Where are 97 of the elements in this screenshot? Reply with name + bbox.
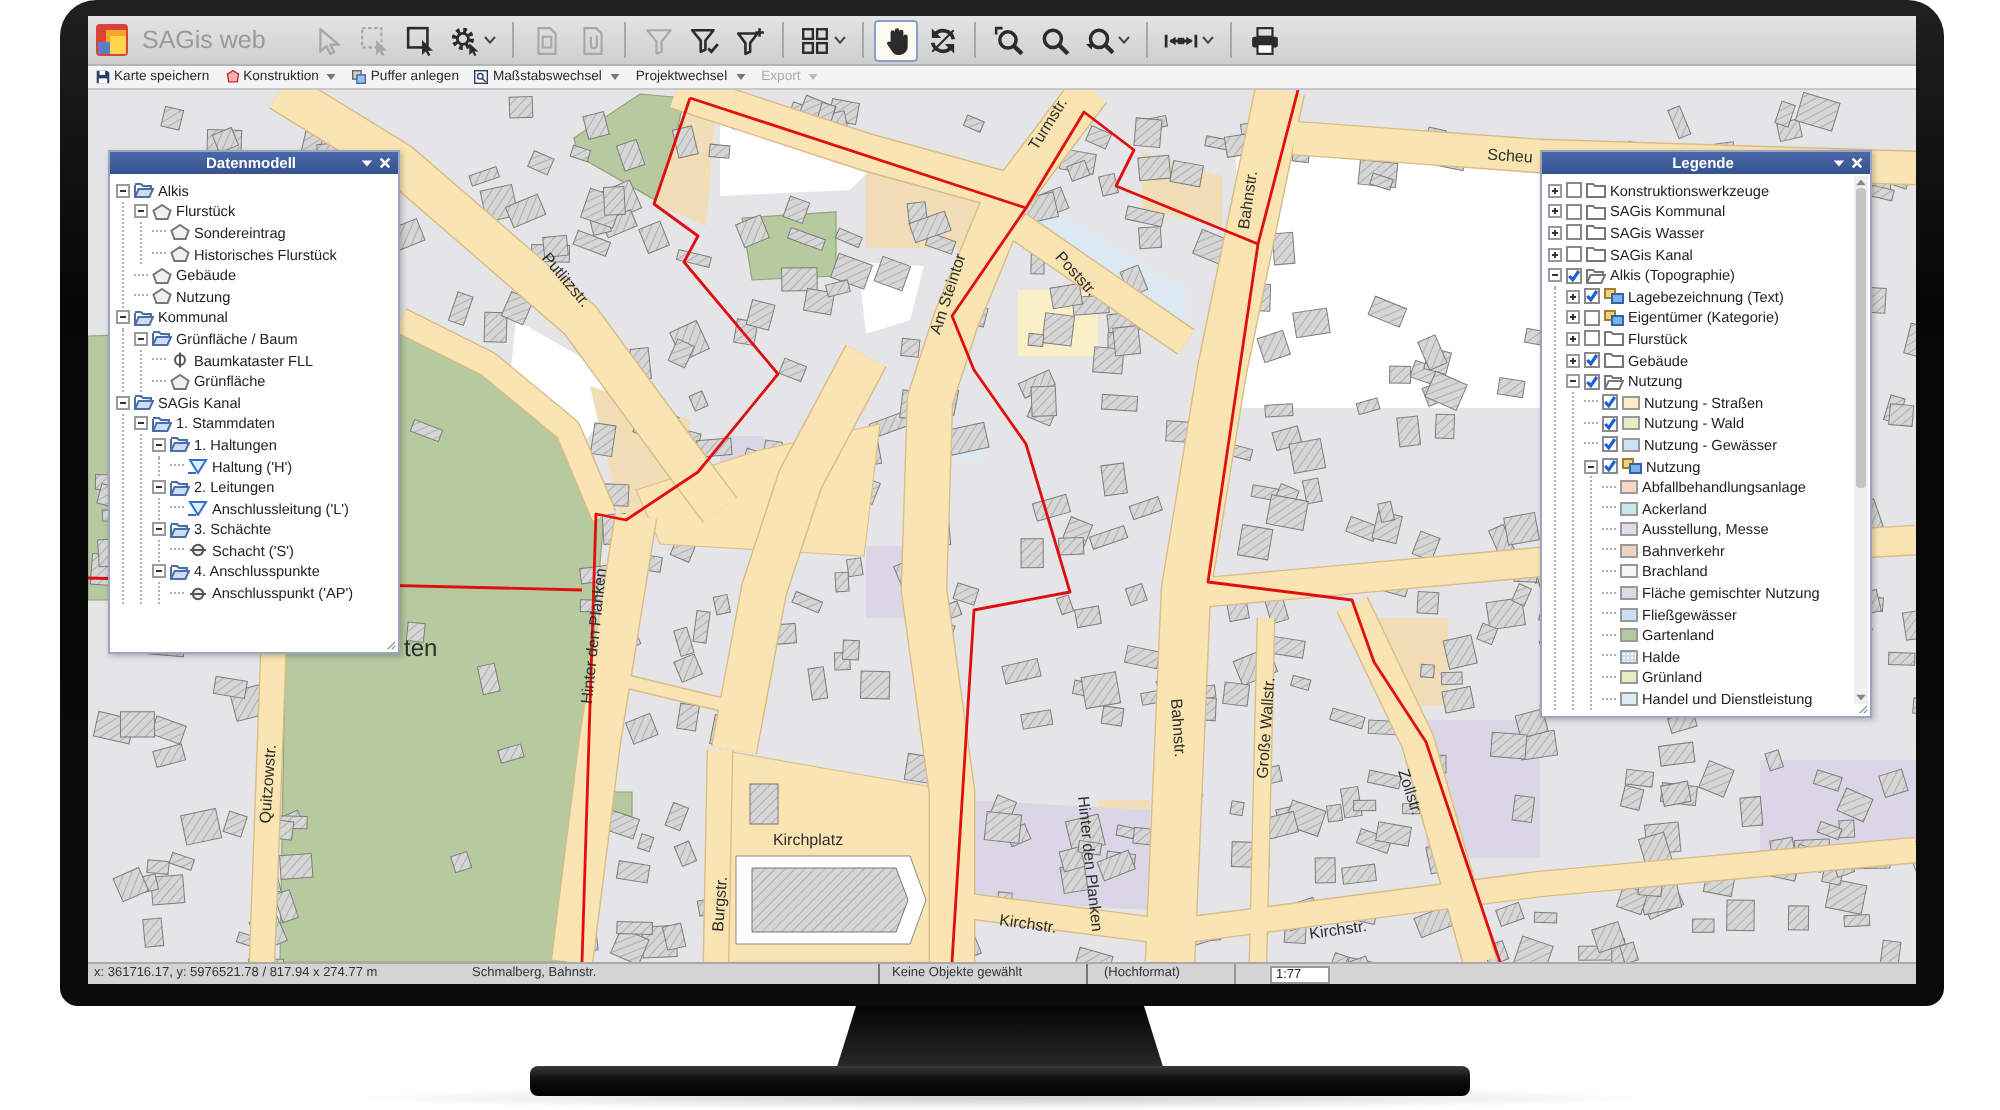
zoom-box-icon	[993, 25, 1023, 55]
street-label: Am Steintor	[926, 251, 970, 337]
checkbox[interactable]	[1566, 224, 1582, 241]
printer-icon	[1249, 25, 1279, 55]
crossed-circle-icon	[170, 352, 190, 369]
street-label: Hinter den Planken	[1073, 795, 1107, 933]
collapse-icon[interactable]	[116, 183, 130, 198]
street-label: Kirchstr.	[1308, 917, 1368, 943]
dashed-select-icon	[359, 25, 389, 55]
slashed-circle-icon	[188, 585, 208, 602]
dropdown-icon[interactable]	[360, 156, 374, 170]
open-folder-icon	[170, 479, 190, 496]
expand-icon[interactable]	[1548, 247, 1562, 262]
collapse-icon[interactable]	[116, 310, 130, 325]
checkbox[interactable]	[1566, 246, 1582, 263]
resize-grip-icon[interactable]	[1858, 704, 1868, 714]
scrollbar-thumb[interactable]	[1856, 188, 1866, 488]
collapse-icon[interactable]	[134, 331, 148, 346]
expand-icon[interactable]	[1566, 353, 1580, 368]
layers-icon	[1604, 309, 1624, 326]
expand-icon[interactable]	[1548, 183, 1562, 198]
collapse-icon[interactable]	[152, 437, 166, 452]
resize-grip-icon[interactable]	[386, 640, 396, 650]
checkbox[interactable]	[1584, 330, 1600, 347]
open-folder-icon	[152, 330, 172, 347]
street-label: Kirchstr.	[998, 911, 1058, 937]
street-label: Bahnstr.	[1166, 698, 1190, 758]
collapse-icon[interactable]	[134, 416, 148, 431]
collapse-icon[interactable]	[152, 564, 166, 579]
scroll-down-icon[interactable]	[1856, 694, 1866, 702]
collapse-icon[interactable]	[134, 204, 148, 219]
street-label: Große Wallstr.	[1253, 676, 1279, 780]
hand-icon	[881, 25, 911, 55]
collapse-icon[interactable]	[152, 480, 166, 495]
checkbox[interactable]	[1584, 352, 1600, 369]
open-folder-icon	[134, 309, 154, 326]
logo-icon	[96, 24, 128, 56]
triangle-icon	[188, 500, 208, 517]
layers-icon	[1622, 458, 1642, 475]
checkbox[interactable]	[1566, 267, 1582, 284]
collapse-icon[interactable]	[152, 522, 166, 537]
layers-icon	[1604, 288, 1624, 305]
checkbox[interactable]	[1584, 309, 1600, 326]
open-folder-icon	[170, 436, 190, 453]
cursor-icon	[313, 25, 343, 55]
collapse-icon[interactable]	[1566, 374, 1580, 389]
grid-icon	[800, 25, 830, 55]
gear-icon	[450, 25, 480, 55]
magnifier-icon	[1039, 25, 1069, 55]
checkbox[interactable]	[1602, 458, 1618, 475]
street-label: Bahnstr.	[1235, 169, 1261, 231]
expand-icon[interactable]	[1566, 310, 1580, 325]
scrollbar[interactable]	[1854, 176, 1868, 704]
open-folder-icon	[134, 182, 154, 199]
open-folder-icon	[170, 563, 190, 580]
close-icon[interactable]	[378, 156, 392, 170]
street-label: ten	[404, 634, 438, 662]
box-select-icon	[405, 25, 435, 55]
checkbox[interactable]	[1566, 203, 1582, 220]
checkbox[interactable]	[1584, 288, 1600, 305]
filter-plus-icon	[735, 25, 765, 55]
expand-icon[interactable]	[1566, 331, 1580, 346]
open-folder-icon	[170, 521, 190, 538]
dropdown-icon[interactable]	[1832, 156, 1846, 170]
checkbox[interactable]	[1566, 182, 1582, 199]
collapse-icon[interactable]	[1584, 459, 1598, 474]
open-folder-icon	[134, 394, 154, 411]
street-label: Hinter den Planken	[577, 567, 611, 705]
clip-document-icon	[577, 25, 607, 55]
open-folder-icon	[152, 415, 172, 432]
close-icon[interactable]	[1850, 156, 1864, 170]
open-folder-icon	[1586, 267, 1606, 284]
filter-check-icon	[689, 25, 719, 55]
collapse-icon[interactable]	[116, 395, 130, 410]
street-label: Kirchplatz	[772, 831, 844, 849]
app-title: SAGis web	[142, 26, 268, 54]
toolbar-button[interactable]	[874, 19, 918, 61]
filter-icon	[643, 25, 673, 55]
slashed-circle-icon	[188, 542, 208, 559]
street-label: Zollstr.	[1394, 766, 1426, 818]
checkbox[interactable]	[1602, 394, 1618, 411]
refresh-icon	[927, 25, 957, 55]
checkbox[interactable]	[1602, 436, 1618, 453]
document-icon	[531, 25, 561, 55]
collapse-icon[interactable]	[1548, 268, 1562, 283]
checkbox[interactable]	[1584, 373, 1600, 390]
street-label: Quitzowstr.	[256, 743, 280, 825]
street-label: Scheu	[1486, 145, 1534, 167]
pentagon-icon	[170, 373, 190, 390]
checkbox[interactable]	[1602, 415, 1618, 432]
street-label: Burgstr.	[709, 875, 731, 933]
open-folder-icon	[1604, 373, 1624, 390]
polygon-icon	[225, 70, 240, 84]
expand-icon[interactable]	[1566, 289, 1580, 304]
expand-icon[interactable]	[1548, 204, 1562, 219]
triangle-icon	[188, 458, 208, 475]
expand-icon[interactable]	[1548, 225, 1562, 240]
